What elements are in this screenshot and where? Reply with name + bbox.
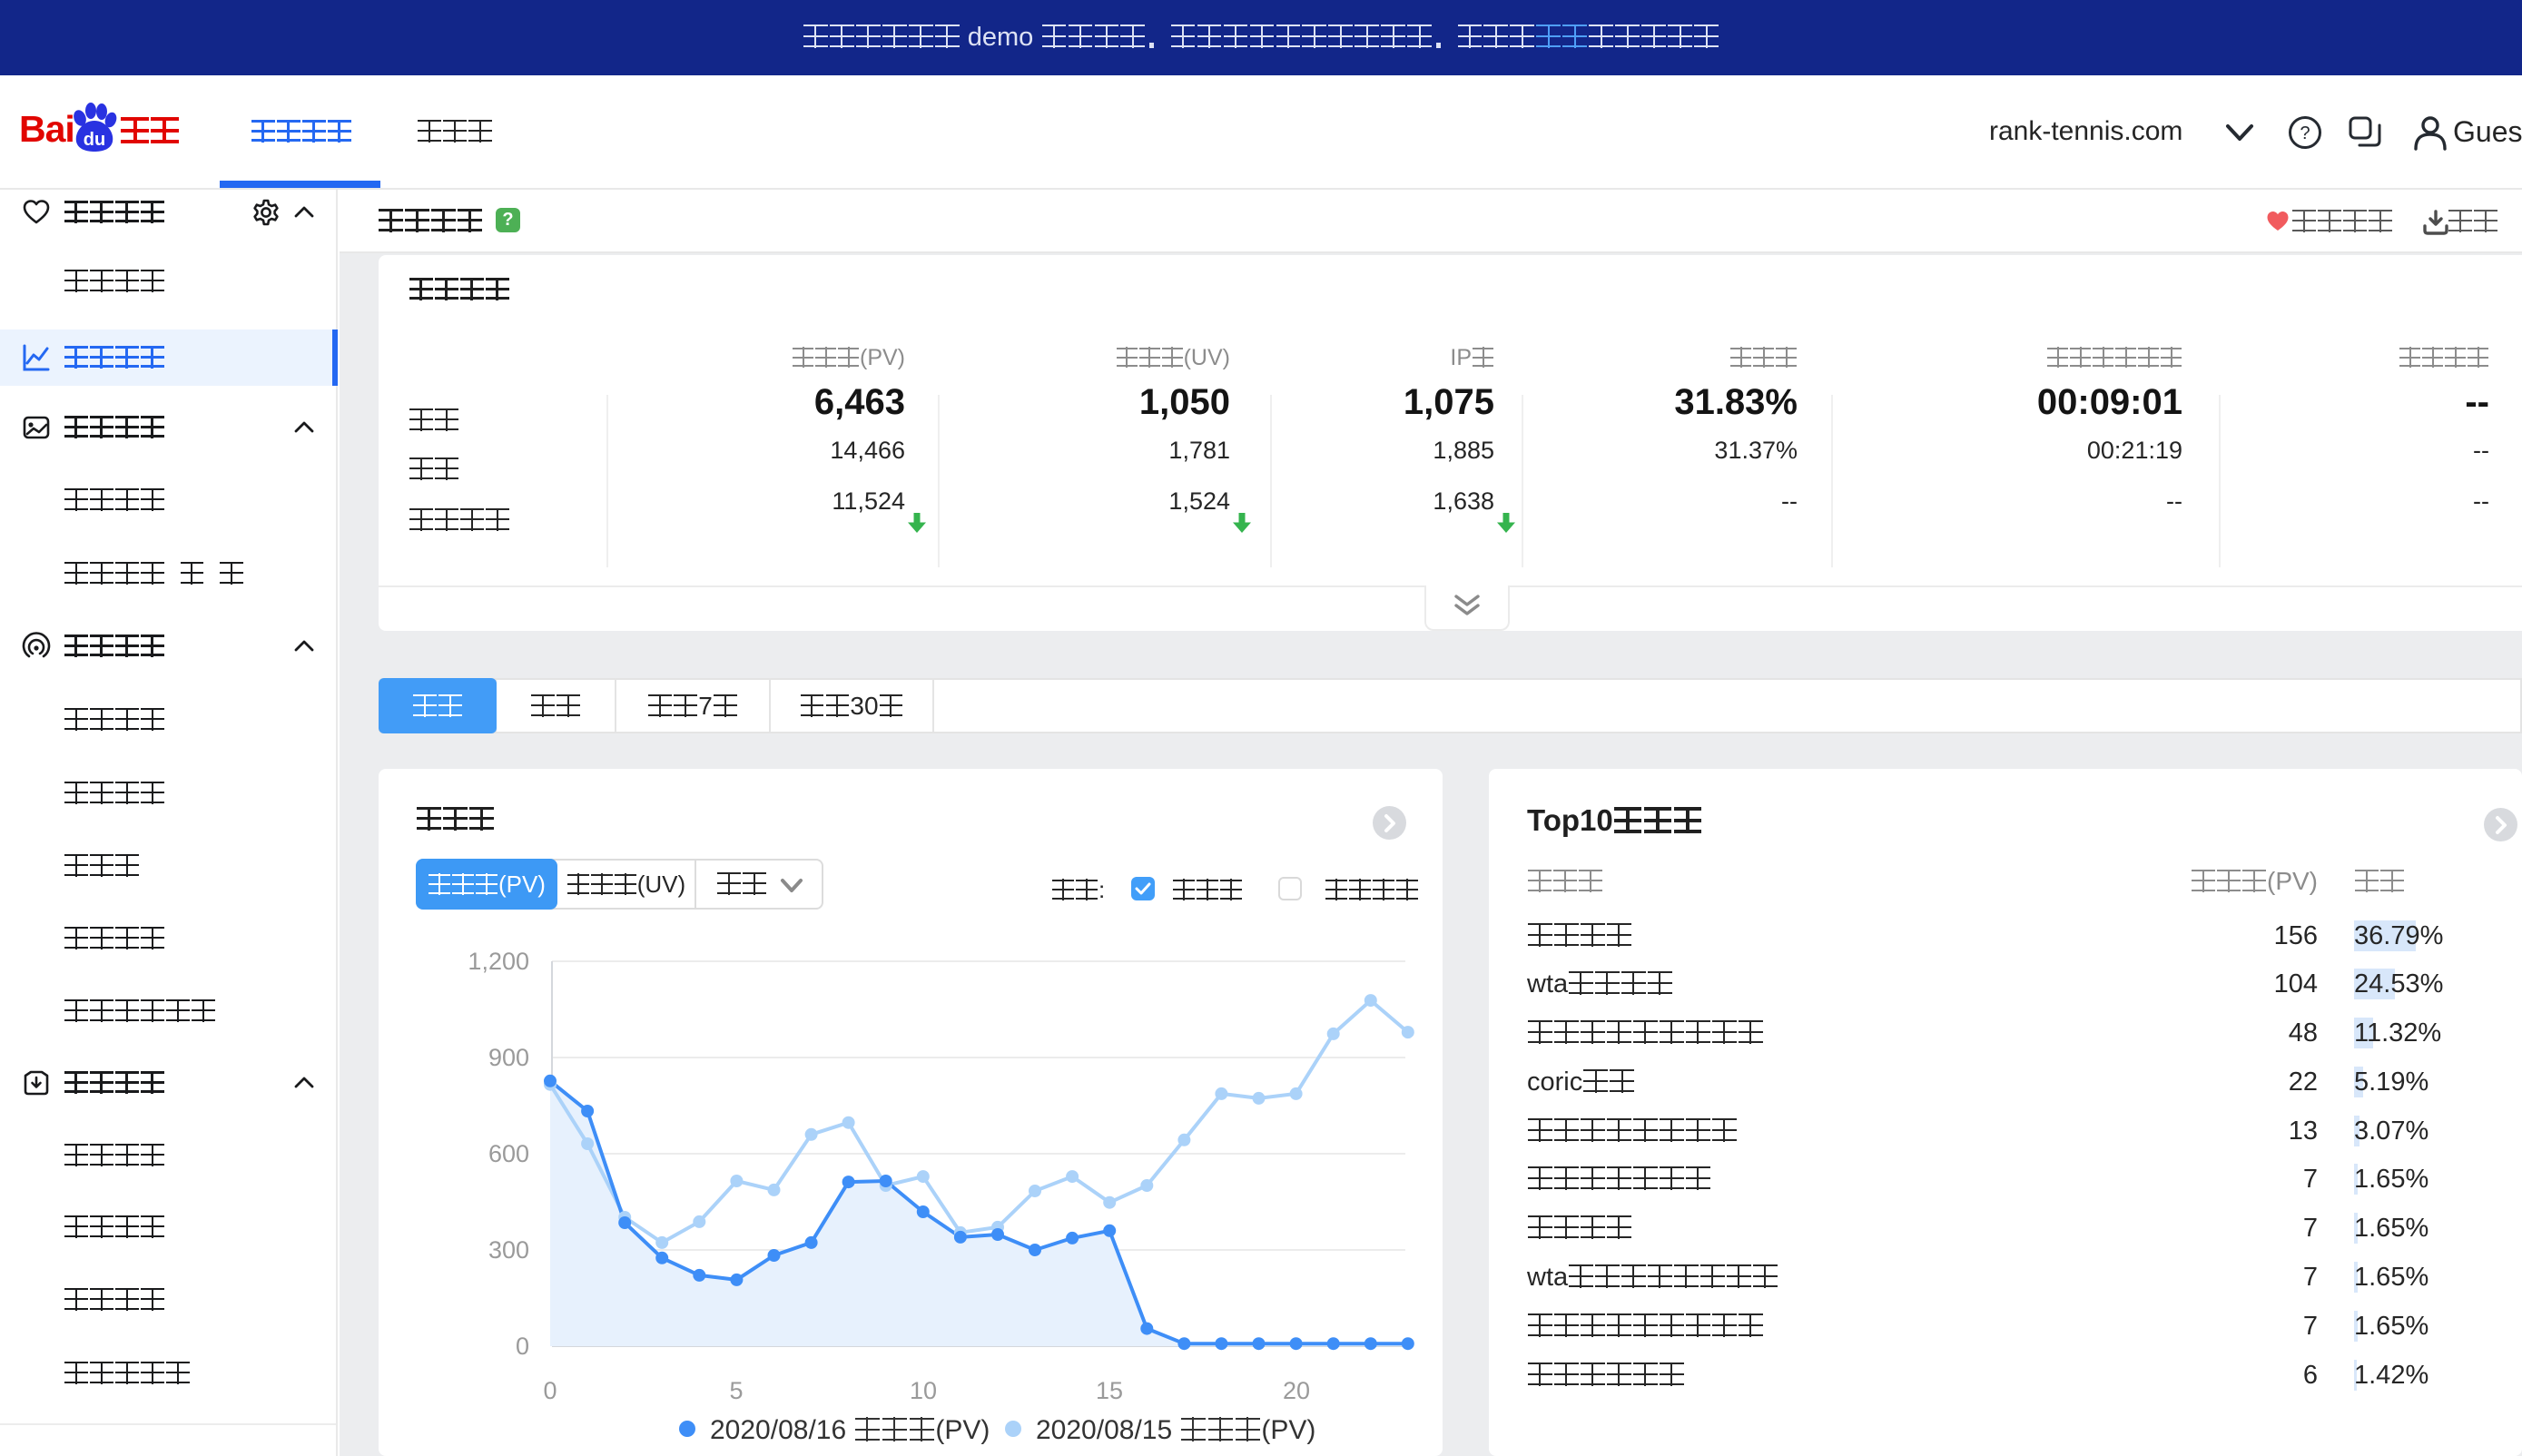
svg-text:du: du <box>84 130 105 150</box>
svg-text:?: ? <box>2300 123 2310 143</box>
